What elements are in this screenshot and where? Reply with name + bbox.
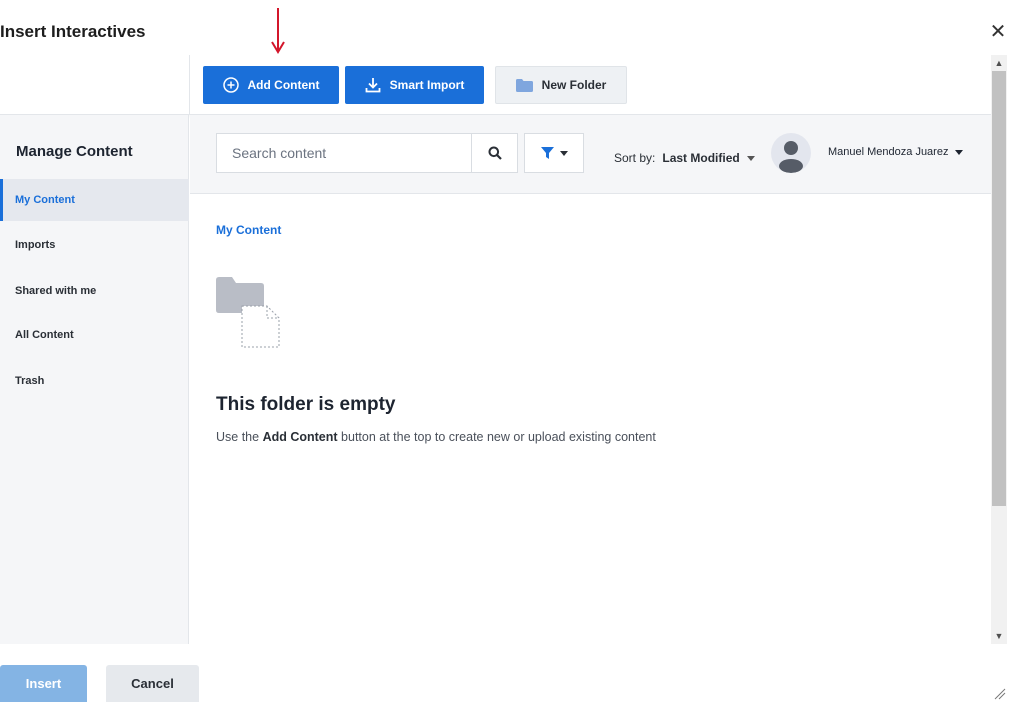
scrollbar[interactable]: ▲ ▼ bbox=[991, 55, 1007, 644]
arrow-down-icon bbox=[271, 8, 285, 54]
add-content-label: Add Content bbox=[247, 78, 320, 92]
breadcrumb[interactable]: My Content bbox=[216, 223, 281, 237]
sidebar: Manage Content My Content Imports Shared… bbox=[0, 115, 189, 644]
close-icon[interactable]: ✕ bbox=[989, 22, 1007, 42]
insert-button[interactable]: Insert bbox=[0, 665, 87, 702]
sort-dropdown[interactable]: Sort by: Last Modified bbox=[614, 151, 755, 165]
filter-button[interactable] bbox=[524, 133, 584, 173]
avatar[interactable] bbox=[771, 133, 811, 173]
user-name: Manuel Mendoza Juarez bbox=[828, 146, 949, 158]
scroll-thumb[interactable] bbox=[992, 71, 1006, 506]
dialog-title: Insert Interactives bbox=[0, 22, 146, 41]
sidebar-item-all-content[interactable]: All Content bbox=[0, 314, 189, 356]
scroll-up-icon[interactable]: ▲ bbox=[991, 55, 1007, 71]
caret-down-icon bbox=[746, 155, 755, 161]
caret-down-icon bbox=[955, 149, 964, 155]
sidebar-item-shared-with-me[interactable]: Shared with me bbox=[0, 270, 189, 312]
new-folder-button[interactable]: New Folder bbox=[495, 66, 627, 104]
scroll-down-icon[interactable]: ▼ bbox=[991, 628, 1007, 644]
user-menu[interactable]: Manuel Mendoza Juarez bbox=[828, 146, 964, 158]
search-button[interactable] bbox=[471, 133, 518, 173]
sidebar-item-trash[interactable]: Trash bbox=[0, 360, 189, 402]
filter-icon bbox=[540, 146, 554, 159]
plus-circle-icon bbox=[222, 77, 239, 93]
toolbar: Add Content Smart Import New Folder bbox=[0, 55, 991, 115]
search-icon bbox=[488, 146, 502, 160]
sort-prefix: Sort by: bbox=[614, 151, 656, 165]
sidebar-title: Manage Content bbox=[16, 143, 133, 160]
search-input[interactable] bbox=[216, 133, 472, 173]
empty-desc-suffix: button at the top to create new or uploa… bbox=[341, 430, 656, 444]
user-icon bbox=[779, 141, 803, 173]
empty-folder-icon bbox=[216, 277, 280, 348]
sort-value: Last Modified bbox=[662, 151, 740, 165]
smart-import-button[interactable]: Smart Import bbox=[345, 66, 484, 104]
download-icon bbox=[365, 78, 381, 93]
smart-import-label: Smart Import bbox=[389, 78, 465, 92]
cancel-button[interactable]: Cancel bbox=[106, 665, 199, 702]
resize-handle-icon[interactable] bbox=[994, 688, 1006, 700]
content-manager-frame: Add Content Smart Import New Folder Mana… bbox=[0, 55, 1007, 644]
add-content-button[interactable]: Add Content bbox=[203, 66, 339, 104]
empty-state-description: Use the Add Content button at the top to… bbox=[216, 430, 656, 444]
folder-icon bbox=[515, 78, 533, 92]
sidebar-item-my-content[interactable]: My Content bbox=[0, 179, 189, 221]
search-bar: Sort by: Last Modified Manuel Mendoza Ju… bbox=[190, 115, 991, 194]
empty-state-title: This folder is empty bbox=[216, 394, 396, 415]
new-folder-label: New Folder bbox=[541, 78, 607, 92]
empty-desc-prefix: Use the bbox=[216, 430, 260, 444]
caret-down-icon bbox=[559, 150, 568, 156]
sidebar-item-imports[interactable]: Imports bbox=[0, 224, 189, 266]
empty-desc-bold: Add Content bbox=[262, 430, 338, 444]
main-content: Sort by: Last Modified Manuel Mendoza Ju… bbox=[190, 115, 991, 644]
toolbar-divider bbox=[189, 55, 190, 115]
